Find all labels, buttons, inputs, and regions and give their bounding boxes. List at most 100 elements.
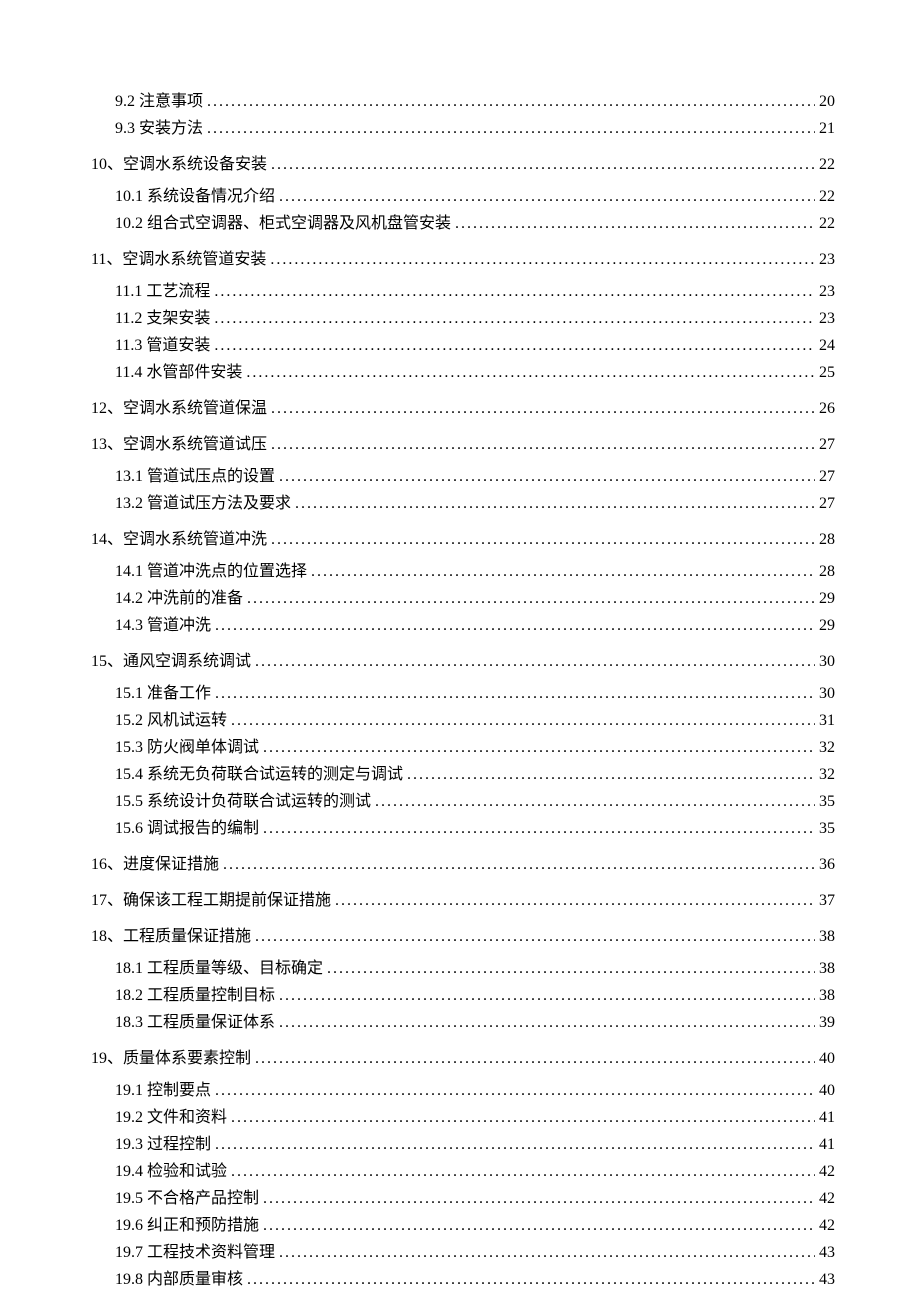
toc-label: 13、空调水系统管道试压 <box>91 433 267 457</box>
toc-page-number: 41 <box>819 1106 835 1130</box>
toc-page-number: 35 <box>819 790 835 814</box>
toc-entry[interactable]: 13、空调水系统管道试压27 <box>91 433 835 457</box>
toc-page-number: 29 <box>819 614 835 638</box>
toc-page-number: 30 <box>819 650 835 674</box>
toc-entry[interactable]: 13.1 管道试压点的设置27 <box>115 465 835 489</box>
toc-label: 10.2 组合式空调器、柜式空调器及风机盘管安装 <box>115 212 451 236</box>
toc-entry[interactable]: 15.2 风机试运转31 <box>115 709 835 733</box>
toc-entry[interactable]: 19.4 检验和试验42 <box>115 1160 835 1184</box>
toc-entry[interactable]: 11.1 工艺流程23 <box>115 280 835 304</box>
toc-leader-dots <box>263 1214 815 1238</box>
toc-page-number: 26 <box>819 397 835 421</box>
toc-entry[interactable]: 10、空调水系统设备安装22 <box>91 153 835 177</box>
toc-entry[interactable]: 18.2 工程质量控制目标38 <box>115 984 835 1008</box>
toc-entry[interactable]: 15.5 系统设计负荷联合试运转的测试35 <box>115 790 835 814</box>
toc-label: 19、质量体系要素控制 <box>91 1047 251 1071</box>
toc-page-number: 41 <box>819 1133 835 1157</box>
toc-page-number: 37 <box>819 889 835 913</box>
toc-leader-dots <box>214 307 815 331</box>
toc-entry[interactable]: 14.3 管道冲洗29 <box>115 614 835 638</box>
toc-page-number: 38 <box>819 984 835 1008</box>
toc-leader-dots <box>255 650 815 674</box>
toc-label: 14.1 管道冲洗点的位置选择 <box>115 560 307 584</box>
toc-leader-dots <box>271 528 815 552</box>
toc-leader-dots <box>263 736 815 760</box>
toc-label: 19.3 过程控制 <box>115 1133 211 1157</box>
toc-entry[interactable]: 19.2 文件和资料41 <box>115 1106 835 1130</box>
toc-entry[interactable]: 18.3 工程质量保证体系39 <box>115 1011 835 1035</box>
toc-label: 17、确保该工程工期提前保证措施 <box>91 889 331 913</box>
toc-label: 15.2 风机试运转 <box>115 709 227 733</box>
toc-label: 16、进度保证措施 <box>91 853 219 877</box>
toc-entry[interactable]: 9.3 安装方法21 <box>115 117 835 141</box>
toc-leader-dots <box>255 1047 815 1071</box>
toc-page-number: 43 <box>819 1268 835 1292</box>
toc-label: 10、空调水系统设备安装 <box>91 153 267 177</box>
toc-entry[interactable]: 11.3 管道安装24 <box>115 334 835 358</box>
toc-entry[interactable]: 15.4 系统无负荷联合试运转的测定与调试32 <box>115 763 835 787</box>
toc-entry[interactable]: 10.1 系统设备情况介绍22 <box>115 185 835 209</box>
toc-leader-dots <box>311 560 815 584</box>
toc-leader-dots <box>279 1011 815 1035</box>
toc-leader-dots <box>375 790 815 814</box>
toc-entry[interactable]: 14.2 冲洗前的准备 29 <box>115 587 835 611</box>
toc-entry[interactable]: 19、质量体系要素控制 40 <box>91 1047 835 1071</box>
toc-entry[interactable]: 15.3 防火阀单体调试32 <box>115 736 835 760</box>
toc-entry[interactable]: 19.7 工程技术资料管理 43 <box>115 1241 835 1265</box>
toc-label: 11.4 水管部件安装 <box>115 361 242 385</box>
toc-page-number: 43 <box>819 1241 835 1265</box>
toc-leader-dots <box>295 492 815 516</box>
toc-entry[interactable]: 10.2 组合式空调器、柜式空调器及风机盘管安装 22 <box>115 212 835 236</box>
toc-label: 14、空调水系统管道冲洗 <box>91 528 267 552</box>
toc-label: 15.6 调试报告的编制 <box>115 817 259 841</box>
toc-page-number: 29 <box>819 587 835 611</box>
toc-entry[interactable]: 15.6 调试报告的编制 35 <box>115 817 835 841</box>
toc-entry[interactable]: 17、确保该工程工期提前保证措施 37 <box>91 889 835 913</box>
toc-entry[interactable]: 11.2 支架安装23 <box>115 307 835 331</box>
toc-page-number: 42 <box>819 1160 835 1184</box>
toc-entry[interactable]: 18、工程质量保证措施38 <box>91 925 835 949</box>
toc-leader-dots <box>246 361 815 385</box>
toc-page-number: 21 <box>819 117 835 141</box>
toc-label: 11.3 管道安装 <box>115 334 210 358</box>
toc-label: 14.2 冲洗前的准备 <box>115 587 243 611</box>
toc-entry[interactable]: 15、通风空调系统调试30 <box>91 650 835 674</box>
toc-label: 19.7 工程技术资料管理 <box>115 1241 275 1265</box>
toc-page-number: 40 <box>819 1047 835 1071</box>
toc-page-number: 39 <box>819 1011 835 1035</box>
toc-entry[interactable]: 11.4 水管部件安装25 <box>115 361 835 385</box>
toc-entry[interactable]: 14.1 管道冲洗点的位置选择 28 <box>115 560 835 584</box>
toc-page-number: 28 <box>819 560 835 584</box>
toc-page-number: 42 <box>819 1187 835 1211</box>
toc-entry[interactable]: 13.2 管道试压方法及要求27 <box>115 492 835 516</box>
toc-page-number: 38 <box>819 957 835 981</box>
toc-entry[interactable]: 15.1 准备工作30 <box>115 682 835 706</box>
toc-entry[interactable]: 16、进度保证措施36 <box>91 853 835 877</box>
toc-label: 11.2 支架安装 <box>115 307 210 331</box>
toc-entry[interactable]: 11、空调水系统管道安装23 <box>91 248 835 272</box>
toc-label: 13.2 管道试压方法及要求 <box>115 492 291 516</box>
toc-entry[interactable]: 19.1 控制要点40 <box>115 1079 835 1103</box>
toc-leader-dots <box>263 817 815 841</box>
toc-leader-dots <box>271 397 815 421</box>
toc-page-number: 35 <box>819 817 835 841</box>
toc-entry[interactable]: 12、空调水系统管道保温26 <box>91 397 835 421</box>
toc-leader-dots <box>231 1160 815 1184</box>
toc-entry[interactable]: 14、空调水系统管道冲洗28 <box>91 528 835 552</box>
toc-leader-dots <box>279 984 815 1008</box>
toc-entry[interactable]: 9.2 注意事项20 <box>115 90 835 114</box>
toc-leader-dots <box>263 1187 815 1211</box>
toc-entry[interactable]: 19.6 纠正和预防措施42 <box>115 1214 835 1238</box>
toc-page-number: 20 <box>819 90 835 114</box>
toc-entry[interactable]: 19.5 不合格产品控制42 <box>115 1187 835 1211</box>
toc-leader-dots <box>215 1079 815 1103</box>
table-of-contents: 9.2 注意事项209.3 安装方法2110、空调水系统设备安装2210.1 系… <box>85 90 835 1292</box>
toc-leader-dots <box>247 587 815 611</box>
toc-page-number: 22 <box>819 212 835 236</box>
toc-entry[interactable]: 18.1 工程质量等级、目标确定38 <box>115 957 835 981</box>
toc-leader-dots <box>215 682 815 706</box>
toc-entry[interactable]: 19.8 内部质量审核43 <box>115 1268 835 1292</box>
toc-label: 15.4 系统无负荷联合试运转的测定与调试 <box>115 763 403 787</box>
toc-leader-dots <box>207 117 815 141</box>
toc-entry[interactable]: 19.3 过程控制 41 <box>115 1133 835 1157</box>
